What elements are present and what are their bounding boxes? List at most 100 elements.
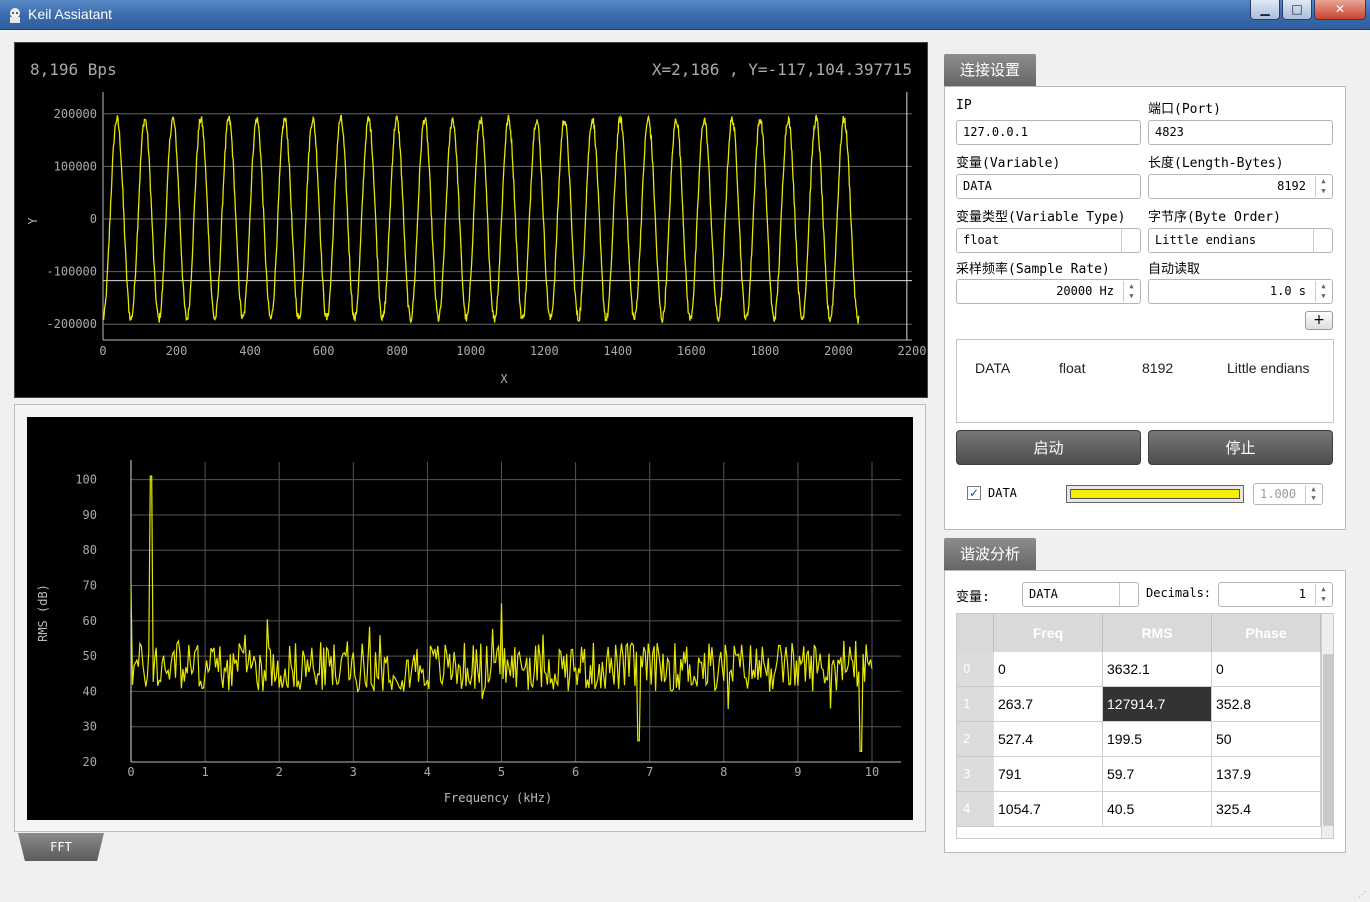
table-corner[interactable] <box>957 614 994 652</box>
x-tick-label: 800 <box>386 344 408 358</box>
table-scrollbar[interactable] <box>1321 614 1333 838</box>
harmonic-variable-value: DATA <box>1029 587 1058 601</box>
series-scale-spinbox[interactable]: 1.000 ▲ ▼ <box>1253 483 1323 505</box>
y-tick-label: 50 <box>83 649 97 663</box>
table-cell-freq[interactable]: 0 <box>994 652 1103 687</box>
y-tick-label: 60 <box>83 614 97 628</box>
table-cell-phase[interactable]: 325.4 <box>1212 792 1321 827</box>
y-tick-label: 70 <box>83 579 97 593</box>
x-tick-label: 5 <box>498 765 505 779</box>
series-color-button[interactable] <box>1066 485 1244 503</box>
y-tick-label: 20 <box>83 755 97 769</box>
table-cell-phase[interactable]: 352.8 <box>1212 687 1321 722</box>
minimize-button[interactable]: ▁ <box>1250 0 1280 20</box>
maximize-button[interactable]: □ <box>1282 0 1312 20</box>
decimals-spinbox[interactable]: 1 ▲ ▼ <box>1218 582 1333 607</box>
fft-y-axis-label: RMS (dB) <box>36 584 50 642</box>
row-index[interactable]: 3 <box>957 757 994 792</box>
sample-rate-spin-arrows[interactable]: ▲ ▼ <box>1123 281 1139 302</box>
variable-type-select[interactable]: float <box>956 228 1141 253</box>
decimals-spin-arrows[interactable]: ▲ ▼ <box>1315 584 1331 605</box>
variable-input[interactable]: DATA <box>956 174 1141 199</box>
auto-read-label: 自动读取 <box>1148 262 1201 277</box>
chevron-down-icon[interactable] <box>1313 229 1332 252</box>
y-tick-label: 40 <box>83 684 97 698</box>
byte-order-select[interactable]: Little endians <box>1148 228 1333 253</box>
table-cell-rms[interactable]: 40.5 <box>1103 792 1212 827</box>
x-tick-label: 2000 <box>824 344 853 358</box>
add-variable-button[interactable]: + <box>1305 311 1333 330</box>
list-item-type: float <box>1059 360 1086 376</box>
row-index[interactable]: 2 <box>957 722 994 757</box>
length-label: 长度(Length-Bytes) <box>1148 156 1284 171</box>
x-tick-label: 1800 <box>750 344 779 358</box>
table-cell-freq[interactable]: 263.7 <box>994 687 1103 722</box>
table-cell-rms[interactable]: 199.5 <box>1103 722 1212 757</box>
table-cell-freq[interactable]: 1054.7 <box>994 792 1103 827</box>
table-cell-freq[interactable]: 791 <box>994 757 1103 792</box>
auto-read-spinbox[interactable]: 1.0 s ▲ ▼ <box>1148 279 1333 304</box>
table-cell-freq[interactable]: 527.4 <box>994 722 1103 757</box>
sample-rate-spinbox[interactable]: 20000 Hz ▲ ▼ <box>956 279 1141 304</box>
variable-list[interactable]: DATA float 8192 Little endians <box>956 339 1334 423</box>
series-scale-spin-arrows[interactable]: ▲ ▼ <box>1305 485 1321 503</box>
title-bar: Keil Assiatant ▁ □ ✕ <box>0 0 1370 30</box>
start-button[interactable]: 启动 <box>956 430 1141 465</box>
length-spin-arrows[interactable]: ▲ ▼ <box>1315 176 1331 197</box>
table-cell-phase[interactable]: 50 <box>1212 722 1321 757</box>
x-tick-label: 7 <box>646 765 653 779</box>
resize-grip[interactable]: ⋰ <box>1358 890 1368 900</box>
harmonic-variable-select[interactable]: DATA <box>1022 582 1139 607</box>
x-tick-label: 6 <box>572 765 579 779</box>
variable-type-label: 变量类型(Variable Type) <box>956 210 1126 225</box>
chevron-down-icon[interactable] <box>1119 583 1138 606</box>
x-tick-label: 400 <box>239 344 261 358</box>
list-item-length: 8192 <box>1142 360 1174 376</box>
table-cell-phase[interactable]: 137.9 <box>1212 757 1321 792</box>
chevron-down-icon[interactable] <box>1121 229 1140 252</box>
x-tick-label: 10 <box>865 765 879 779</box>
x-tick-label: 1400 <box>603 344 632 358</box>
table-cell-rms[interactable]: 59.7 <box>1103 757 1212 792</box>
variable-label: 变量(Variable) <box>956 156 1061 171</box>
x-tick-label: 9 <box>794 765 801 779</box>
variable-type-value: float <box>963 233 1000 247</box>
fft-x-axis-label: Frequency (kHz) <box>444 791 552 805</box>
x-axis-label: X <box>500 372 508 386</box>
harmonic-analysis-tab: 谐波分析 <box>944 538 1037 570</box>
column-header-rms[interactable]: RMS <box>1103 614 1212 652</box>
harmonic-table[interactable]: Freq RMS Phase 0 0 3632.1 0 1 263.7 127914.7 35… <box>956 613 1334 839</box>
x-tick-label: 1000 <box>456 344 485 358</box>
row-index[interactable]: 0 <box>957 652 994 687</box>
waveform-chart[interactable]: 8,196 Bps X=2,186 , Y=-117,104.397715 X … <box>14 42 928 398</box>
table-cell-phase[interactable]: 0 <box>1212 652 1321 687</box>
length-spinbox[interactable]: 8192 ▲ ▼ <box>1148 174 1333 199</box>
y-tick-label: 200000 <box>54 107 97 121</box>
port-input[interactable]: 4823 <box>1148 120 1333 145</box>
connection-settings-tab: 连接设置 <box>944 54 1037 86</box>
series-checkbox[interactable]: ✓ <box>967 486 981 500</box>
decimals-label: Decimals: <box>1146 586 1212 600</box>
column-header-phase[interactable]: Phase <box>1212 614 1321 652</box>
byte-order-label: 字节序(Byte Order) <box>1148 210 1281 225</box>
x-tick-label: 8 <box>720 765 727 779</box>
column-header-freq[interactable]: Freq <box>994 614 1103 652</box>
table-cell-rms[interactable]: 127914.7 <box>1103 687 1212 722</box>
y-tick-label: 30 <box>83 720 97 734</box>
stop-button[interactable]: 停止 <box>1148 430 1333 465</box>
y-tick-label: 100 <box>75 473 97 487</box>
ip-input[interactable]: 127.0.0.1 <box>956 120 1141 145</box>
row-index[interactable]: 1 <box>957 687 994 722</box>
scrollbar-thumb[interactable] <box>1323 654 1333 826</box>
row-index[interactable]: 4 <box>957 792 994 827</box>
y-tick-label: -200000 <box>46 317 97 331</box>
close-button[interactable]: ✕ <box>1314 0 1366 20</box>
table-cell-rms[interactable]: 3632.1 <box>1103 652 1212 687</box>
ip-label: IP <box>956 98 972 113</box>
auto-read-spin-arrows[interactable]: ▲ ▼ <box>1315 281 1331 302</box>
byte-order-value: Little endians <box>1155 233 1257 247</box>
tab-fft[interactable]: FFT <box>18 833 104 861</box>
y-tick-label: 100000 <box>54 159 97 173</box>
fft-chart[interactable]: Frequency (kHz) RMS (dB) 0 1 2 3 4 5 6 7 8 9 10 20 3… <box>27 417 913 820</box>
x-tick-label: 3 <box>350 765 357 779</box>
